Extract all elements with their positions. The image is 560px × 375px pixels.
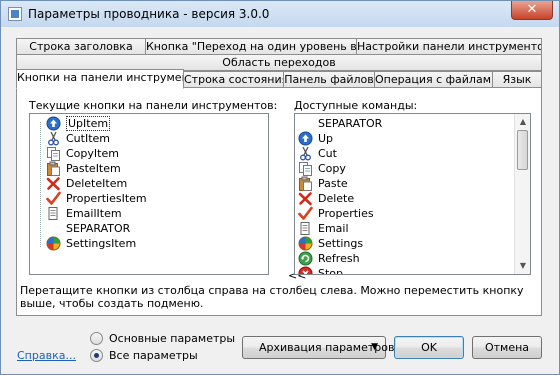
- settings-dialog: Параметры проводника - версия 3.0.0 ✕ Ст…: [0, 0, 560, 375]
- radio-basic-circle[interactable]: [90, 332, 103, 345]
- toolbar-buttons-panel: Текущие кнопки на панели инструментов: U…: [16, 87, 542, 316]
- paste-icon: [298, 176, 314, 191]
- radio-basic-label: Основные параметры: [109, 332, 236, 345]
- radio-all-label: Все параметры: [109, 349, 198, 362]
- window-title: Параметры проводника - версия 3.0.0: [28, 7, 270, 21]
- current-button-item-label: CopyItem: [66, 147, 119, 160]
- available-commands-scrollbar[interactable]: ▲ ▼: [514, 114, 530, 274]
- tab-file-pane[interactable]: Панель файлов: [283, 71, 375, 88]
- current-button-item-label: PropertiesItem: [66, 192, 147, 205]
- dropdown-arrow-icon: ▼: [371, 342, 378, 352]
- current-button-item-label: CutItem: [66, 132, 111, 145]
- available-command-item-label: Properties: [318, 207, 374, 220]
- current-buttons-label: Текущие кнопки на панели инструментов:: [29, 99, 278, 112]
- scroll-up-arrow-icon[interactable]: ▲: [518, 117, 528, 127]
- current-buttons-list[interactable]: UpItem CutItem CopyItem PasteItem DeleteItem…: [29, 113, 269, 275]
- tab-status-bar[interactable]: Строка состояния: [183, 71, 284, 88]
- tab-file-operations[interactable]: Операция с файлами: [374, 71, 493, 88]
- current-button-item-label: SEPARATOR: [66, 222, 131, 235]
- available-command-item-label: Paste: [318, 177, 348, 190]
- current-button-item-label: SettingsItem: [66, 237, 137, 250]
- current-button-item-label: UpItem: [66, 116, 111, 131]
- current-button-item-label: EmailItem: [66, 207, 122, 220]
- drag-hint-text: Перетащите кнопки из столбца справа на с…: [20, 284, 524, 310]
- paste-icon: [46, 161, 62, 176]
- refresh-icon: [298, 251, 314, 266]
- delete-x-icon: [298, 191, 314, 206]
- cancel-button[interactable]: Отмена: [472, 336, 542, 359]
- available-command-item-label: Refresh: [318, 252, 360, 265]
- available-commands-label: Доступные команды:: [294, 99, 418, 112]
- available-command-item-label: Delete: [318, 192, 355, 205]
- available-command-item-label: Email: [318, 222, 349, 235]
- delete-x-icon: [46, 176, 62, 191]
- close-button[interactable]: ✕: [511, 1, 553, 20]
- copy-icon: [298, 161, 314, 176]
- checkmark-icon: [298, 206, 314, 221]
- settings-globe-icon: [46, 236, 62, 251]
- settings-globe-icon: [298, 236, 314, 251]
- checkmark-icon: [46, 191, 62, 206]
- email-icon: [298, 221, 314, 236]
- scroll-down-arrow-icon[interactable]: ▼: [518, 261, 528, 271]
- scroll-thumb[interactable]: [517, 130, 528, 170]
- tree-guide-line: [40, 122, 41, 247]
- email-icon: [46, 206, 62, 221]
- available-command-item-label: Copy: [318, 162, 346, 175]
- help-link[interactable]: Справка...: [17, 349, 76, 362]
- available-command-item-label: SEPARATOR: [318, 117, 383, 130]
- ok-button[interactable]: OK: [394, 336, 464, 359]
- radio-all-circle[interactable]: [90, 349, 103, 362]
- title-bar[interactable]: Параметры проводника - версия 3.0.0 ✕: [1, 1, 559, 27]
- available-command-item-label: Up: [318, 132, 334, 145]
- scissors-icon: [46, 131, 62, 146]
- tab-toolbar-settings[interactable]: Настройки панели инструментов: [356, 38, 542, 55]
- available-command-item-label: Cut: [318, 147, 337, 160]
- current-button-item-label: PasteItem: [66, 162, 121, 175]
- tab-language[interactable]: Язык: [492, 71, 542, 88]
- scissors-icon: [298, 146, 314, 161]
- tab-toolbar-buttons[interactable]: Кнопки на панели инструментов: [16, 69, 184, 89]
- app-icon: [8, 7, 22, 21]
- current-button-item-label: DeleteItem: [66, 177, 128, 190]
- available-command-item-label: Stop: [318, 267, 344, 275]
- tab-up-button[interactable]: Кнопка "Переход на один уровень вверх": [145, 38, 357, 55]
- copy-icon: [46, 146, 62, 161]
- archive-settings-button[interactable]: Архивация параметров ▼: [242, 336, 394, 359]
- stop-icon: [298, 266, 314, 274]
- tab-title-bar[interactable]: Строка заголовка: [16, 38, 146, 55]
- up-arrow-icon: [298, 131, 314, 146]
- available-command-item-label: Settings: [318, 237, 364, 250]
- available-commands-list[interactable]: SEPARATOR Up Cut Copy Paste Delete Properties E…: [294, 113, 531, 275]
- up-arrow-icon: [46, 116, 62, 131]
